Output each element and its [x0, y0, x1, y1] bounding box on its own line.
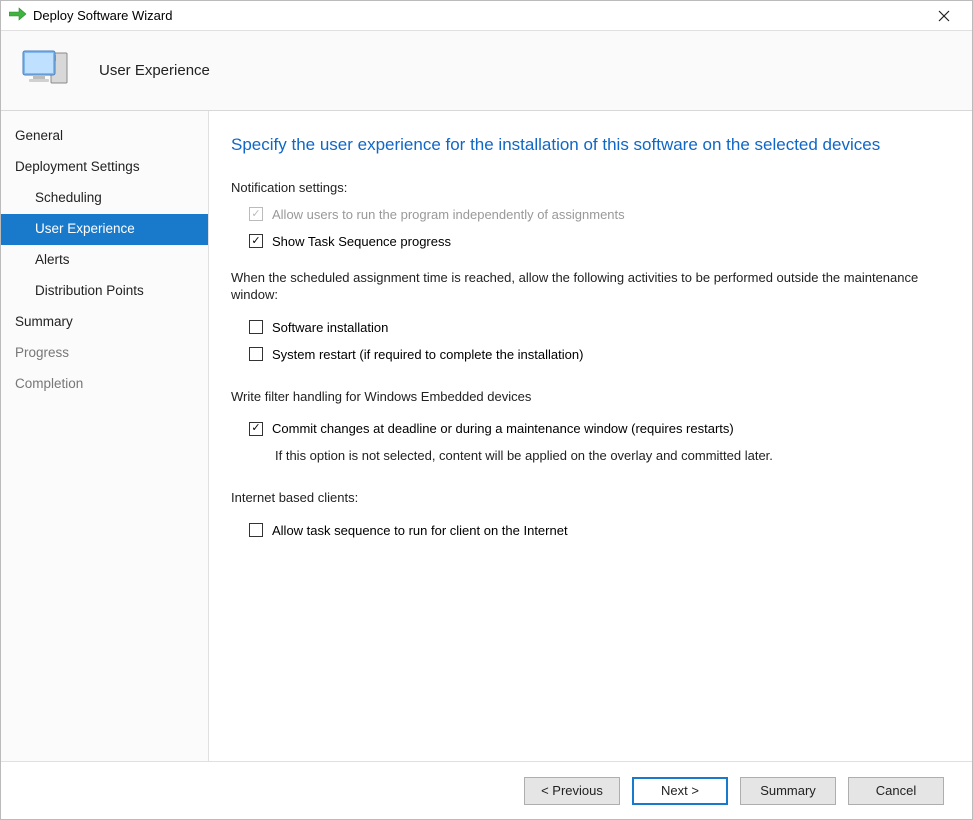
checkbox-internet-clients[interactable]: [249, 523, 263, 537]
previous-button[interactable]: < Previous: [524, 777, 620, 805]
option-label: Software installation: [272, 320, 388, 335]
sidebar-item-general[interactable]: General: [1, 121, 208, 152]
next-button[interactable]: Next >: [632, 777, 728, 805]
checkbox-system-restart[interactable]: [249, 347, 263, 361]
internet-clients-label: Internet based clients:: [231, 489, 950, 507]
option-software-install[interactable]: Software installation: [249, 320, 950, 335]
option-label: Commit changes at deadline or during a m…: [272, 421, 734, 436]
checkbox-allow-independent: ✓: [249, 207, 263, 221]
maintenance-window-text: When the scheduled assignment time is re…: [231, 269, 950, 304]
sidebar-item-summary[interactable]: Summary: [1, 307, 208, 338]
notification-settings-label: Notification settings:: [231, 180, 950, 195]
close-button[interactable]: [924, 2, 964, 30]
sidebar-item-distribution-points[interactable]: Distribution Points: [1, 276, 208, 307]
cancel-button[interactable]: Cancel: [848, 777, 944, 805]
monitor-icon: [19, 45, 75, 96]
option-system-restart[interactable]: System restart (if required to complete …: [249, 347, 950, 362]
checkbox-show-progress[interactable]: ✓: [249, 234, 263, 248]
option-commit-changes[interactable]: ✓ Commit changes at deadline or during a…: [249, 421, 950, 436]
sidebar-item-user-experience[interactable]: User Experience: [1, 214, 208, 245]
option-label: Allow task sequence to run for client on…: [272, 523, 568, 538]
commit-note: If this option is not selected, content …: [275, 448, 950, 463]
arrow-right-icon: [9, 7, 27, 24]
main-panel: Specify the user experience for the inst…: [209, 111, 972, 761]
sidebar-item-completion[interactable]: Completion: [1, 369, 208, 400]
page-title: User Experience: [99, 62, 210, 79]
write-filter-label: Write filter handling for Windows Embedd…: [231, 388, 950, 406]
sidebar-item-alerts[interactable]: Alerts: [1, 245, 208, 276]
main-heading: Specify the user experience for the inst…: [231, 133, 950, 158]
footer: < Previous Next > Summary Cancel: [1, 761, 972, 819]
close-icon: [938, 10, 950, 22]
sidebar-item-scheduling[interactable]: Scheduling: [1, 183, 208, 214]
header-banner: User Experience: [1, 31, 972, 111]
option-internet-clients[interactable]: Allow task sequence to run for client on…: [249, 523, 950, 538]
titlebar: Deploy Software Wizard: [1, 1, 972, 31]
window-title: Deploy Software Wizard: [33, 8, 172, 23]
checkbox-commit-changes[interactable]: ✓: [249, 422, 263, 436]
option-allow-independent: ✓ Allow users to run the program indepen…: [249, 207, 950, 222]
option-label: Allow users to run the program independe…: [272, 207, 625, 222]
option-label: Show Task Sequence progress: [272, 234, 451, 249]
sidebar-item-progress[interactable]: Progress: [1, 338, 208, 369]
sidebar: GeneralDeployment SettingsSchedulingUser…: [1, 111, 209, 761]
option-show-progress[interactable]: ✓ Show Task Sequence progress: [249, 234, 950, 249]
checkbox-software-install[interactable]: [249, 320, 263, 334]
option-label: System restart (if required to complete …: [272, 347, 583, 362]
sidebar-item-deployment-settings[interactable]: Deployment Settings: [1, 152, 208, 183]
summary-button[interactable]: Summary: [740, 777, 836, 805]
